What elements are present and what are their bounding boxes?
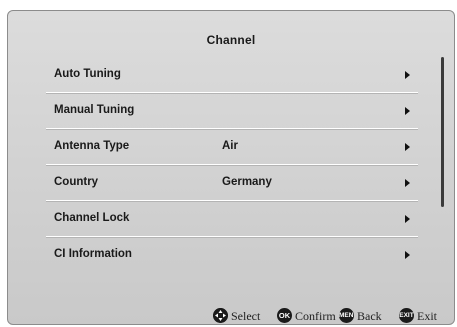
chevron-right-icon <box>405 143 410 151</box>
help-confirm-label: Confirm <box>295 309 336 323</box>
menu-item-auto-tuning[interactable]: Auto Tuning <box>46 57 418 93</box>
scrollbar[interactable] <box>441 57 444 207</box>
chevron-right-icon <box>405 71 410 79</box>
menu-item-ci-information[interactable]: CI Information <box>46 237 418 272</box>
menu-item-label: Antenna Type <box>54 140 130 152</box>
chevron-right-icon <box>405 215 410 223</box>
menu-item-antenna-type[interactable]: Antenna Type Air <box>46 129 418 165</box>
menu-item-label: Auto Tuning <box>54 68 121 80</box>
chevron-right-icon <box>405 251 410 259</box>
channel-menu-list: Auto Tuning Manual Tuning Antenna Type A… <box>46 57 418 272</box>
help-exit-label: Exit <box>417 309 437 323</box>
menu-button-icon: MENU <box>339 308 354 323</box>
help-back-label: Back <box>357 309 382 323</box>
menu-item-value: Air <box>222 140 238 152</box>
menu-item-manual-tuning[interactable]: Manual Tuning <box>46 93 418 129</box>
dpad-icon <box>213 308 228 323</box>
menu-item-label: Manual Tuning <box>54 104 135 116</box>
help-select-label: Select <box>231 309 261 323</box>
menu-item-country[interactable]: Country Germany <box>46 165 418 201</box>
menu-item-value: Germany <box>222 176 272 188</box>
help-bar: Select OK Confirm MENU Back EXIT Exit <box>213 308 453 324</box>
chevron-right-icon <box>405 179 410 187</box>
menu-item-label: Country <box>54 176 99 188</box>
menu-item-label: Channel Lock <box>54 212 130 224</box>
menu-title: Channel <box>206 33 256 47</box>
menu-item-channel-lock[interactable]: Channel Lock <box>46 201 418 237</box>
channel-menu-panel: Channel Auto Tuning Manual Tuning Antenn… <box>7 10 455 325</box>
menu-item-label: CI Information <box>54 248 132 260</box>
ok-button-icon: OK <box>277 308 292 323</box>
chevron-right-icon <box>405 107 410 115</box>
exit-button-icon: EXIT <box>399 308 414 323</box>
